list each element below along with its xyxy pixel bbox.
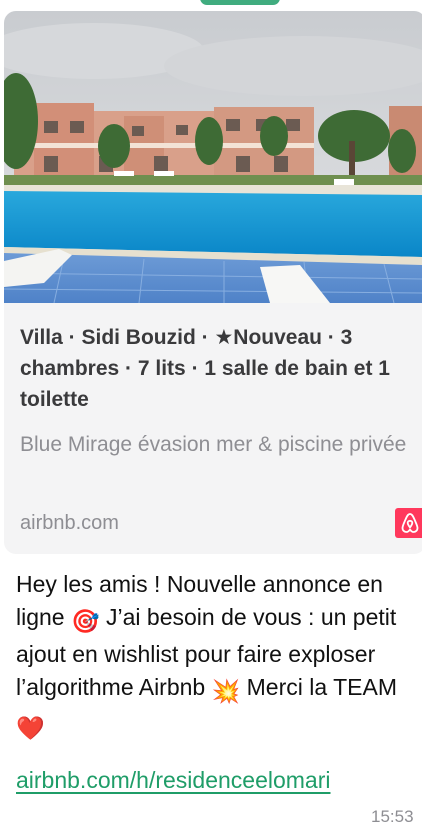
airbnb-logo-icon (395, 508, 422, 538)
listing-domain: airbnb.com (20, 512, 119, 534)
direct-hit-emoji-icon: 🎯 (71, 608, 100, 634)
listing-title: Villa · Sidi Bouzid · ★Nouveau · 3 chamb… (20, 326, 390, 411)
collision-emoji-icon: 💥 (211, 678, 241, 704)
message-line-3: Merci la TEAM (240, 674, 398, 700)
message-text: Hey les amis ! Nouvelle annonce en ligne… (16, 568, 418, 745)
listing-link[interactable]: airbnb.com/h/residenceelomari (16, 764, 331, 796)
red-heart-emoji-icon: ❤️ (16, 715, 45, 741)
listing-description: Blue Mirage évasion mer & piscine privée (20, 433, 407, 456)
listing-photo (4, 11, 422, 303)
previous-message-edge (0, 0, 422, 8)
link-preview-card[interactable]: Villa · Sidi Bouzid · ★Nouveau · 3 chamb… (4, 11, 422, 554)
message-timestamp: 15:53 (371, 807, 414, 826)
